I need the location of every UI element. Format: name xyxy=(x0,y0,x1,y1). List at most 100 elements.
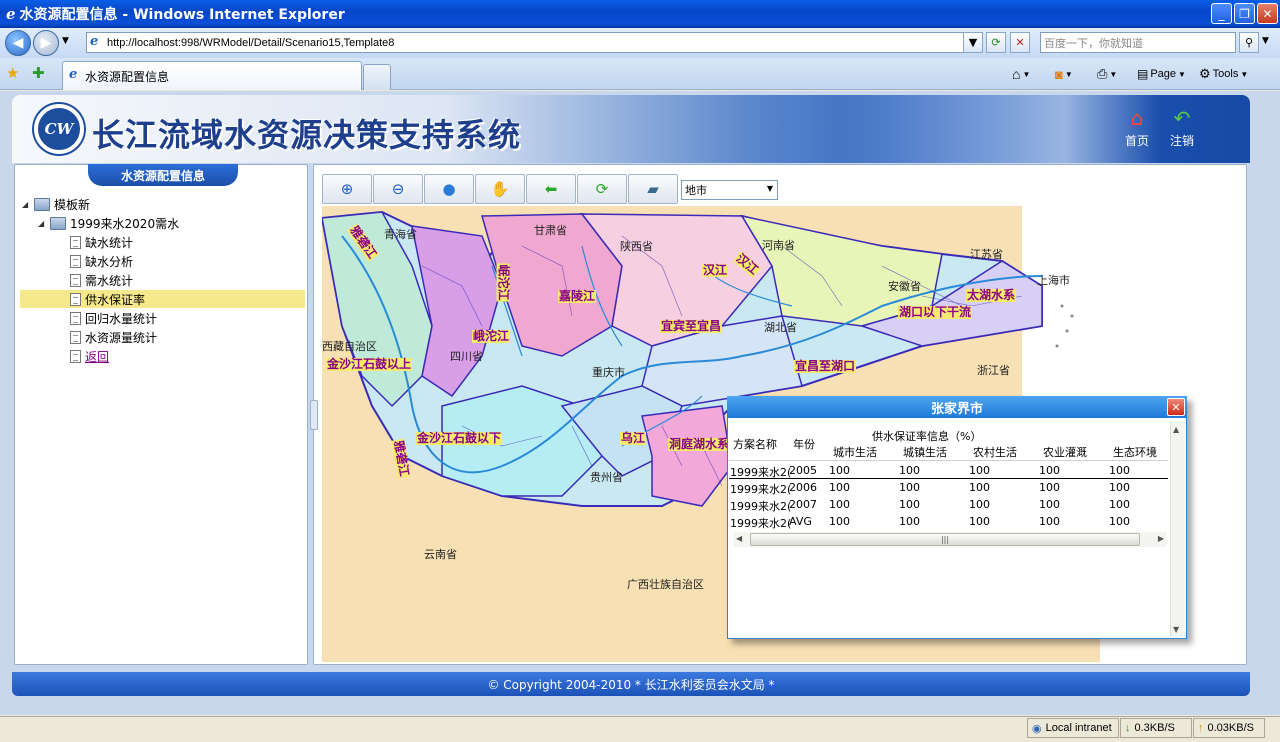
zoom-in-icon[interactable]: ⊕ xyxy=(322,174,372,204)
collapse-triangle-icon[interactable]: ◢ xyxy=(38,219,46,228)
page-icon-small: ▤ xyxy=(1137,67,1149,81)
map-label-henan: 河南省 xyxy=(762,239,795,252)
popup-group-header: 供水保证率信息（%） xyxy=(872,430,982,443)
tree-item-supply-guarantee[interactable]: 供水保证率 xyxy=(70,291,145,308)
print-button[interactable]: ⎙ ▼ xyxy=(1097,64,1117,84)
region-label-tuojiang[interactable]: 峨沱江 xyxy=(472,330,511,343)
table-row[interactable]: 1999来水2( 2006 100 100 100 100 100 xyxy=(729,479,1168,496)
table-row[interactable]: 1999来水2( 2007 100 100 100 100 100 xyxy=(729,496,1168,513)
globe-icon[interactable]: ● xyxy=(424,174,474,204)
forward-button[interactable]: ▶ xyxy=(33,30,59,56)
zoom-out-icon[interactable]: ⊖ xyxy=(373,174,423,204)
scroll-left-icon[interactable]: ◀ xyxy=(736,534,742,543)
tree-root[interactable]: ◢ 模板新 xyxy=(22,196,90,213)
address-bar[interactable]: e http://localhost:998/WRModel/Detail/Sc… xyxy=(86,32,978,53)
page-menu[interactable]: ▤ Page ▼ xyxy=(1137,64,1186,84)
down-arrow-icon: ↓ xyxy=(1125,722,1131,734)
tree-item-shortage-stats[interactable]: 缺水统计 xyxy=(70,234,133,251)
search-input[interactable]: 百度一下，你就知道 xyxy=(1040,32,1236,53)
tools-menu[interactable]: ⚙ Tools ▼ xyxy=(1199,64,1248,84)
home-toolbar-button[interactable]: ⌂ ▼ xyxy=(1012,64,1030,84)
tree-item-shortage-analysis[interactable]: 缺水分析 xyxy=(70,253,133,270)
page-icon: e xyxy=(90,34,99,49)
map-label-sichuan: 四川省 xyxy=(450,350,483,363)
collapse-triangle-icon[interactable]: ◢ xyxy=(22,200,30,209)
home-icon: ⌂ xyxy=(1012,66,1021,82)
left-tree-panel xyxy=(14,164,308,665)
rss-icon: ◙ xyxy=(1055,66,1063,82)
favorites-star-icon[interactable]: ★ xyxy=(6,64,19,82)
pan-hand-icon[interactable]: ✋ xyxy=(475,174,525,204)
refresh-page-icon[interactable]: ⟳ xyxy=(986,32,1006,53)
region-label-hukou-lower[interactable]: 湖口以下干流 xyxy=(898,306,973,319)
layers-icon[interactable]: ▰ xyxy=(628,174,678,204)
map-label-hubei: 湖北省 xyxy=(764,321,797,334)
tree-scenario[interactable]: ◢ 1999来水2020需水 xyxy=(38,215,179,232)
table-row[interactable]: 1999来水2( 2005 100 100 100 100 100 xyxy=(729,462,1168,479)
back-arrow-icon[interactable]: ⬅ xyxy=(526,174,576,204)
folder-icon xyxy=(50,217,66,230)
tree-item-demand-stats[interactable]: 需水统计 xyxy=(70,272,133,289)
tree-item-return-water[interactable]: 回归水量统计 xyxy=(70,310,157,327)
search-icon[interactable]: ⚲ xyxy=(1239,32,1259,53)
table-row[interactable]: 1999来水2( AVG 100 100 100 100 100 xyxy=(729,513,1168,530)
region-label-hanjiang-1[interactable]: 汉江 xyxy=(702,264,729,277)
document-icon xyxy=(70,312,81,325)
address-text: http://localhost:998/WRModel/Detail/Scen… xyxy=(107,36,395,49)
refresh-icon[interactable]: ⟳ xyxy=(577,174,627,204)
new-tab-button[interactable] xyxy=(363,64,391,90)
tree-selection-highlight xyxy=(20,290,305,308)
popup-vertical-scrollbar[interactable]: ▲ ▼ xyxy=(1170,422,1185,636)
scroll-thumb[interactable]: ||| xyxy=(750,533,1140,546)
region-label-wujiang[interactable]: 乌江 xyxy=(620,432,647,445)
restore-button[interactable]: ❐ xyxy=(1234,3,1255,24)
download-speed: ↓ 0.3KB/S xyxy=(1120,718,1192,738)
map-label-yunnan: 云南省 xyxy=(424,548,457,561)
map-label-jiangsu: 江苏省 xyxy=(970,248,1003,261)
map-label-qinghai: 青海省 xyxy=(384,228,417,241)
region-label-jinsha-upper[interactable]: 金沙江石鼓以上 xyxy=(326,358,413,371)
region-label-minjiang[interactable]: 岷沱江 xyxy=(496,263,511,302)
close-window-button[interactable]: ✕ xyxy=(1257,3,1278,24)
ie-logo-icon: e xyxy=(6,5,16,23)
map-toolbar: ⊕ ⊖ ● ✋ ⬅ ⟳ ▰ xyxy=(322,174,678,204)
tab-current[interactable]: e 水资源配置信息 xyxy=(62,61,362,90)
region-label-jinsha-lower[interactable]: 金沙江石鼓以下 xyxy=(416,432,503,445)
popup-title: 张家界市 xyxy=(727,396,1187,418)
map-label-guangxi: 广西壮族自治区 xyxy=(627,578,704,591)
region-label-taihu[interactable]: 太湖水系 xyxy=(966,289,1017,302)
add-favorite-icon[interactable]: ✚ xyxy=(32,64,45,82)
home-link[interactable]: ⌂ 首页 xyxy=(1117,106,1157,149)
region-label-yibin-yichang[interactable]: 宜宾至宜昌 xyxy=(660,320,723,333)
document-icon xyxy=(70,255,81,268)
region-label-yichang-hukou[interactable]: 宜昌至湖口 xyxy=(794,360,857,373)
back-link[interactable]: 返回 xyxy=(85,348,109,365)
feeds-button[interactable]: ◙ ▼ xyxy=(1055,64,1073,84)
panel-splitter-handle[interactable] xyxy=(310,400,318,430)
chevron-down-icon: ▼ xyxy=(766,184,773,193)
back-button[interactable]: ◀ xyxy=(5,30,31,56)
col-town: 城镇生活 xyxy=(903,446,947,459)
map-label-gansu: 甘肃省 xyxy=(534,224,567,237)
window-title-bar: e 水资源配置信息 - Windows Internet Explorer xyxy=(0,0,1280,28)
col-irrigation: 农业灌溉 xyxy=(1043,446,1087,459)
search-options-icon[interactable]: ▼ xyxy=(1262,36,1269,46)
scroll-right-icon[interactable]: ▶ xyxy=(1158,534,1164,543)
site-logo: CW xyxy=(34,104,84,154)
popup-close-button[interactable]: ✕ xyxy=(1167,398,1185,416)
tree-item-back[interactable]: 返回 xyxy=(70,348,109,365)
map-label-zhejiang: 浙江省 xyxy=(977,364,1010,377)
region-label-jialing[interactable]: 嘉陵江 xyxy=(558,290,597,303)
scroll-up-icon[interactable]: ▲ xyxy=(1173,425,1179,434)
security-zone[interactable]: ◉ Local intranet xyxy=(1027,718,1119,738)
history-dropdown-icon[interactable]: ▼ xyxy=(62,36,69,46)
region-label-dongting[interactable]: 洞庭湖水系 xyxy=(668,438,731,451)
minimize-button[interactable]: _ xyxy=(1211,3,1232,24)
layer-select[interactable]: 地市 ▼ xyxy=(681,180,778,200)
tree-item-water-resources[interactable]: 水资源量统计 xyxy=(70,329,157,346)
stop-icon[interactable]: ✕ xyxy=(1010,32,1030,53)
window-title: 水资源配置信息 - Windows Internet Explorer xyxy=(19,7,345,23)
scroll-down-icon[interactable]: ▼ xyxy=(1173,625,1179,634)
address-dropdown-icon[interactable]: ▼ xyxy=(963,32,983,53)
logout-link[interactable]: ↶ 注销 xyxy=(1162,106,1202,149)
